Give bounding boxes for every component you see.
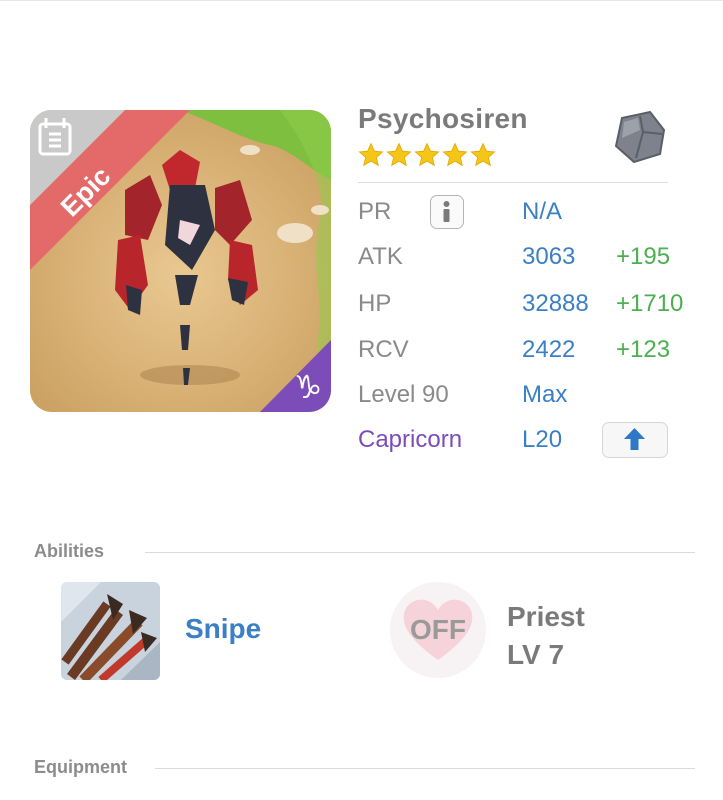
arrow-up-icon bbox=[624, 428, 645, 450]
support-off-label: OFF bbox=[410, 614, 466, 645]
equipment-divider bbox=[155, 768, 695, 769]
unit-name: Psychosiren bbox=[358, 103, 528, 134]
stat-row-rcv: RCV 2422 +123 bbox=[358, 336, 698, 372]
zodiac-upgrade-button[interactable] bbox=[602, 422, 668, 458]
atk-label: ATK bbox=[358, 243, 403, 270]
stat-row-zodiac: Capricorn L20 bbox=[358, 422, 698, 462]
abilities-heading: Abilities bbox=[34, 541, 105, 561]
star-icon bbox=[386, 142, 412, 167]
stat-row-pr: PR N/A bbox=[358, 195, 698, 234]
zodiac-level: L20 bbox=[522, 426, 563, 453]
rcv-value: 2422 bbox=[522, 336, 576, 363]
star-icon bbox=[470, 142, 496, 167]
zodiac-label: Capricorn bbox=[358, 426, 463, 453]
stat-row-level: Level 90 Max bbox=[358, 381, 698, 417]
capricorn-icon: ♑ bbox=[294, 368, 323, 406]
support-info: Priest LV 7 bbox=[507, 598, 585, 674]
star-icon bbox=[358, 142, 384, 167]
info-icon bbox=[443, 201, 450, 222]
hp-value: 32888 bbox=[522, 290, 589, 317]
unit-portrait[interactable]: Epic ♑ bbox=[30, 110, 331, 412]
header-divider bbox=[358, 182, 668, 183]
info-button[interactable] bbox=[430, 195, 464, 229]
pr-value: N/A bbox=[522, 198, 563, 225]
pr-label: PR bbox=[358, 198, 392, 225]
top-border bbox=[0, 0, 723, 1]
abilities-divider bbox=[145, 552, 695, 553]
atk-value: 3063 bbox=[522, 243, 576, 270]
equipment-heading: Equipment bbox=[34, 757, 127, 777]
stat-row-hp: HP 32888 +1710 bbox=[358, 290, 698, 326]
support-level: LV 7 bbox=[507, 639, 565, 670]
skill-name[interactable]: Snipe bbox=[185, 613, 261, 645]
hp-label: HP bbox=[358, 290, 392, 317]
rcv-label: RCV bbox=[358, 336, 409, 363]
rock-element-icon bbox=[614, 110, 666, 164]
level-label: Level 90 bbox=[358, 381, 449, 408]
rcv-bonus: +123 bbox=[616, 336, 671, 363]
hp-bonus: +1710 bbox=[616, 290, 684, 317]
atk-bonus: +195 bbox=[616, 243, 671, 270]
level-value: Max bbox=[522, 381, 568, 408]
star-icon bbox=[414, 142, 440, 167]
star-rating bbox=[358, 142, 496, 170]
support-name: Priest bbox=[507, 601, 585, 632]
star-icon bbox=[442, 142, 468, 167]
skill-icon[interactable] bbox=[61, 582, 160, 680]
stat-row-atk: ATK 3063 +195 bbox=[358, 243, 698, 279]
